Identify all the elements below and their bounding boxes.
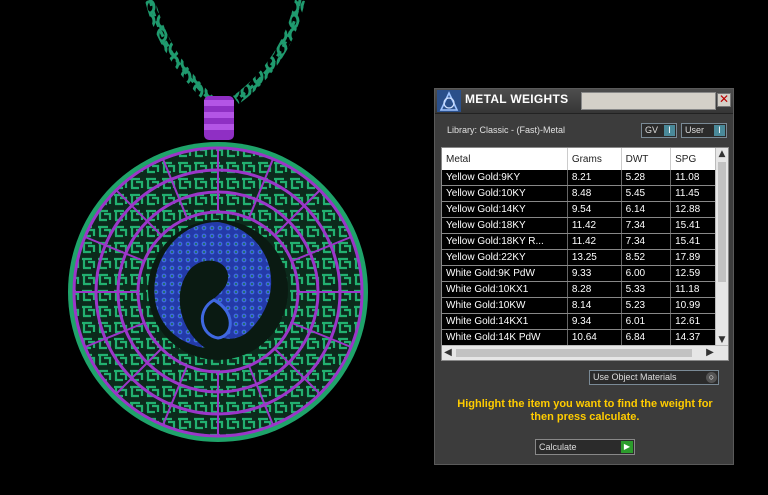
grams-cell: 8.48 <box>567 185 622 202</box>
metal-weights-panel: METAL WEIGHTS ✕ Library: Classic - (Fast… <box>434 88 734 465</box>
dwt-cell: 5.23 <box>621 297 672 314</box>
play-icon: ▶ <box>621 441 633 453</box>
dropdown-arrow-icon: ○ <box>706 372 717 383</box>
3d-viewport[interactable] <box>0 0 430 491</box>
table-row[interactable]: Yellow Gold:9KY 8.21 5.28 11.08 <box>442 170 728 186</box>
dwt-cell: 5.28 <box>621 170 672 186</box>
grams-cell: 10.64 <box>567 329 622 346</box>
vertical-scrollbar[interactable]: ▲ ▼ <box>715 148 728 346</box>
title-bar-fill <box>581 92 716 110</box>
calculate-label: Calculate <box>539 442 577 452</box>
table-row[interactable]: Yellow Gold:10KY 8.48 5.45 11.45 <box>442 185 728 202</box>
instruction-message: Highlight the item you want to find the … <box>457 398 713 423</box>
gv-dropdown-value: GV <box>645 125 659 135</box>
grams-cell: 11.42 <box>567 217 622 234</box>
horizontal-scroll-thumb[interactable] <box>456 349 692 357</box>
scroll-right-icon[interactable]: ▶ <box>704 346 716 360</box>
bail <box>204 96 234 140</box>
metal-cell: White Gold:14K PdW <box>442 329 568 346</box>
dwt-cell: 6.14 <box>621 201 672 218</box>
dwt-cell: 5.33 <box>621 281 672 298</box>
dwt-cell: 7.34 <box>621 233 672 250</box>
chain <box>145 0 305 105</box>
grams-cell: 9.33 <box>567 265 622 282</box>
metal-cell: White Gold:9K PdW <box>442 265 568 282</box>
dwt-cell: 6.84 <box>621 329 672 346</box>
table-row[interactable]: White Gold:9K PdW 9.33 6.00 12.59 <box>442 265 728 282</box>
metal-cell: Yellow Gold:14KY <box>442 201 568 218</box>
pendant-render <box>68 0 368 442</box>
dwt-cell: 8.52 <box>621 249 672 266</box>
dwt-cell: 6.01 <box>621 313 672 330</box>
dropdown-arrow-icon: I <box>714 125 725 136</box>
library-label: Library: Classic - (Fast)-Metal <box>447 125 566 135</box>
panel-titlebar[interactable]: METAL WEIGHTS ✕ <box>435 89 733 114</box>
table-row[interactable]: Yellow Gold:14KY 9.54 6.14 12.88 <box>442 201 728 218</box>
metal-cell: Yellow Gold:10KY <box>442 185 568 202</box>
user-dropdown[interactable]: User I <box>681 123 727 138</box>
dwt-cell: 5.45 <box>621 185 672 202</box>
metal-cell: White Gold:10KX1 <box>442 281 568 298</box>
grams-cell: 9.54 <box>567 201 622 218</box>
metal-cell: Yellow Gold:18KY <box>442 217 568 234</box>
gv-dropdown[interactable]: GV I <box>641 123 677 138</box>
table-row[interactable]: White Gold:14KX1 9.34 6.01 12.61 <box>442 313 728 330</box>
metal-cell: Yellow Gold:9KY <box>442 170 568 186</box>
grams-cell: 13.25 <box>567 249 622 266</box>
table-row[interactable]: White Gold:14K PdW 10.64 6.84 14.37 <box>442 329 728 346</box>
grams-cell: 8.21 <box>567 170 622 186</box>
table-row[interactable]: White Gold:10KW 8.14 5.23 10.99 <box>442 297 728 314</box>
user-dropdown-value: User <box>685 125 705 135</box>
metal-cell: White Gold:10KW <box>442 297 568 314</box>
table-row[interactable]: Yellow Gold:22KY 13.25 8.52 17.89 <box>442 249 728 266</box>
scroll-up-icon[interactable]: ▲ <box>716 148 728 160</box>
column-header-grams[interactable]: Grams <box>567 148 622 170</box>
dwt-cell: 6.00 <box>621 265 672 282</box>
horizontal-scrollbar[interactable]: ◀ ▶ <box>442 345 728 360</box>
table-row[interactable]: Yellow Gold:18KY 11.42 7.34 15.41 <box>442 217 728 234</box>
rhino-logo-icon <box>437 90 461 112</box>
metal-table: Metal Grams DWT SPG Yellow Gold:9KY 8.21 5… <box>441 147 729 361</box>
calculate-button[interactable]: Calculate ▶ <box>535 439 635 455</box>
column-header-metal[interactable]: Metal <box>442 148 568 170</box>
scroll-left-icon[interactable]: ◀ <box>442 346 454 360</box>
close-icon[interactable]: ✕ <box>717 93 731 107</box>
object-materials-value: Use Object Materials <box>593 372 677 382</box>
metal-cell: Yellow Gold:18KY R... <box>442 233 568 250</box>
object-materials-dropdown[interactable]: Use Object Materials ○ <box>589 370 719 385</box>
dwt-cell: 7.34 <box>621 217 672 234</box>
grams-cell: 9.34 <box>567 313 622 330</box>
table-header-row: Metal Grams DWT SPG <box>442 148 728 170</box>
metal-cell: White Gold:14KX1 <box>442 313 568 330</box>
panel-title: METAL WEIGHTS <box>465 92 569 106</box>
pendant-disc <box>68 142 368 442</box>
column-header-dwt[interactable]: DWT <box>621 148 672 170</box>
grams-cell: 8.28 <box>567 281 622 298</box>
table-row[interactable]: White Gold:10KX1 8.28 5.33 11.18 <box>442 281 728 298</box>
vertical-scroll-thumb[interactable] <box>718 162 726 282</box>
grams-cell: 11.42 <box>567 233 622 250</box>
table-row[interactable]: Yellow Gold:18KY R... 11.42 7.34 15.41 <box>442 233 728 250</box>
dropdown-arrow-icon: I <box>664 125 675 136</box>
grams-cell: 8.14 <box>567 297 622 314</box>
metal-cell: Yellow Gold:22KY <box>442 249 568 266</box>
